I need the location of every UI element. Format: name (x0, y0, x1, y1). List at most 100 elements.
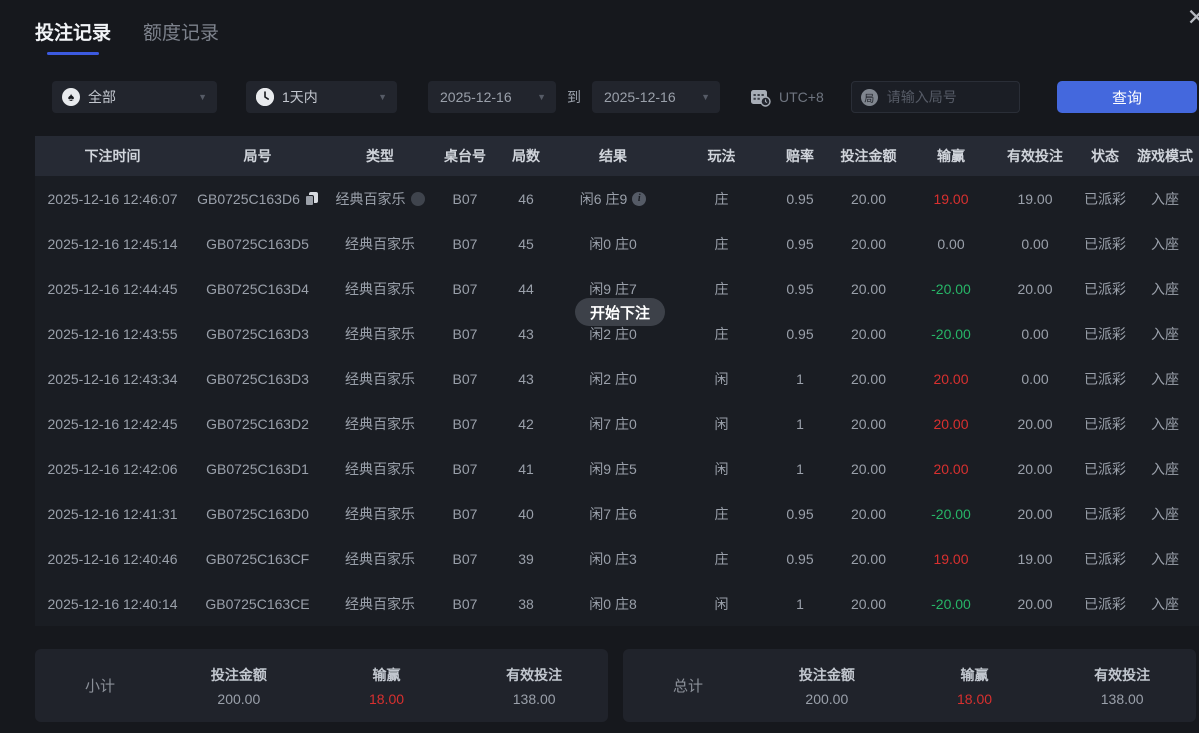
table-row: 2025-12-16 12:42:45 GB0725C163D2 经典百家乐 B… (35, 401, 1199, 446)
table-number: B07 (452, 325, 478, 342)
game-type-cell: 经典百家乐 (325, 189, 435, 209)
game-mode: 入座 (1151, 550, 1179, 567)
chevron-down-icon: ▼ (701, 92, 710, 102)
bet-records-table: 下注时间 局号 类型 桌台号 局数 结果 玩法 赔率 投注金额 输赢 有效投注 状态 游戏模式 2025… (35, 136, 1199, 626)
result-info-icon[interactable]: i (632, 191, 647, 206)
odds-value: 0.95 (786, 550, 814, 567)
bet-time: 2025-12-16 12:40:46 (47, 550, 178, 567)
odds-value: 0.95 (786, 190, 814, 207)
table-number: B07 (452, 505, 478, 522)
total-panel: 总计 投注金额 200.00 输赢 18.00 有效投注 138.00 (623, 649, 1196, 722)
round-id: GB0725C163D4 (206, 280, 309, 297)
game-type-cell: 经典百家乐 (325, 324, 435, 344)
game-type: 经典百家乐 (345, 505, 415, 522)
game-type: 经典百家乐 (345, 550, 415, 567)
game-mode: 入座 (1151, 460, 1179, 477)
win-loss-value: 20.00 (933, 415, 969, 432)
time-range-select[interactable]: 1天内 ▼ (246, 81, 397, 113)
clock-icon (256, 88, 274, 106)
table-number: B07 (452, 595, 478, 612)
calendar-clock-icon (750, 87, 771, 107)
subtotal-panel: 小计 投注金额 200.00 输赢 18.00 有效投注 138.00 (35, 649, 608, 722)
play-type: 庄 (714, 325, 729, 342)
column-header: 投注金额 (840, 148, 897, 164)
column-header: 状态 (1091, 148, 1119, 164)
subtotal-title: 小计 (84, 678, 115, 695)
round-search-field[interactable]: 局 (850, 81, 1020, 113)
column-header: 游戏模式 (1137, 148, 1193, 164)
round-id-cell: GB0725C163D0 (190, 506, 325, 522)
win-loss-value: -20.00 (931, 280, 971, 297)
table-header: 下注时间 局号 类型 桌台号 局数 结果 玩法 赔率 投注金额 输赢 有效投注 状态 游戏模式 (35, 136, 1199, 176)
win-loss-value: -20.00 (931, 505, 971, 522)
total-valid-bet: 有效投注 138.00 (1094, 666, 1151, 707)
date-from-select[interactable]: 2025-12-16 ▼ (428, 81, 556, 113)
game-type: 经典百家乐 (345, 235, 415, 252)
date-to-select[interactable]: 2025-12-16 ▼ (592, 81, 720, 113)
game-mode: 入座 (1151, 190, 1179, 207)
round-id-cell: GB0725C163D1 (190, 461, 325, 477)
status-value: 已派彩 (1084, 370, 1126, 387)
filter-bar: ♠ 全部 ▼ 1天内 ▼ 2025-12-16 ▼ 到 2025-12-16 ▼… (52, 81, 1197, 113)
play-type: 闲 (714, 595, 729, 612)
search-button[interactable]: 查询 (1057, 81, 1197, 113)
status-value: 已派彩 (1084, 550, 1126, 567)
table-row: 2025-12-16 12:40:14 GB0725C163CE 经典百家乐 B… (35, 581, 1199, 626)
round-id-cell: GB0725C163D4 (190, 281, 325, 297)
bet-amount: 20.00 (850, 235, 887, 252)
bet-amount: 20.00 (850, 550, 887, 567)
round-id: GB0725C163D3 (206, 370, 309, 387)
bet-time: 2025-12-16 12:44:45 (47, 280, 178, 297)
play-type: 庄 (714, 235, 729, 252)
status-value: 已派彩 (1084, 280, 1126, 297)
round-id: GB0725C163D2 (206, 415, 309, 432)
round-number: 38 (518, 595, 534, 612)
game-mode: 入座 (1151, 280, 1179, 297)
odds-value: 1 (796, 415, 804, 432)
column-header: 有效投注 (1007, 148, 1063, 164)
bet-amount: 20.00 (850, 280, 887, 297)
round-number: 40 (518, 505, 534, 522)
total-bet-amount: 投注金额 200.00 (798, 666, 855, 707)
odds-value: 0.95 (786, 505, 814, 522)
bet-amount: 20.00 (850, 370, 887, 387)
close-icon[interactable]: ✕ (1187, 6, 1199, 29)
subtotal-valid-bet: 有效投注 138.00 (506, 666, 563, 707)
round-id-cell: GB0725C163D2 (190, 416, 325, 432)
win-loss-value: 19.00 (933, 550, 969, 567)
result-value: 闲9 庄7 (589, 280, 637, 297)
column-header: 玩法 (707, 148, 736, 164)
result-cell: 闲9 庄7 i (557, 279, 669, 299)
tab-betting-records[interactable]: 投注记录 (35, 18, 111, 55)
game-type-select[interactable]: ♠ 全部 ▼ (52, 81, 217, 113)
result-cell: 闲0 庄8 i (557, 594, 669, 614)
game-mode: 入座 (1151, 370, 1179, 387)
table-number: B07 (452, 190, 478, 207)
game-type-cell: 经典百家乐 (325, 459, 435, 479)
valid-bet: 19.00 (1017, 190, 1053, 207)
start-betting-toast: 开始下注 (575, 298, 666, 326)
round-number: 41 (518, 460, 534, 477)
bet-time: 2025-12-16 12:42:06 (47, 460, 178, 477)
chevron-down-icon: ▼ (537, 92, 546, 102)
table-number: B07 (452, 280, 478, 297)
bet-time: 2025-12-16 12:43:34 (47, 370, 178, 387)
play-type: 闲 (714, 415, 729, 432)
copy-icon[interactable] (304, 191, 318, 206)
table-row: 2025-12-16 12:40:46 GB0725C163CF 经典百家乐 B… (35, 536, 1199, 581)
bet-amount: 20.00 (850, 595, 887, 612)
tab-quota-records[interactable]: 额度记录 (143, 18, 219, 55)
game-mode: 入座 (1151, 325, 1179, 342)
table-row: 2025-12-16 12:45:14 GB0725C163D5 经典百家乐 B… (35, 221, 1199, 266)
round-number: 43 (518, 370, 534, 387)
odds-value: 1 (796, 595, 804, 612)
type-help-icon[interactable] (410, 191, 425, 206)
play-type: 庄 (714, 280, 729, 297)
round-icon: 局 (860, 88, 878, 106)
game-type: 经典百家乐 (345, 370, 415, 387)
column-header: 桌台号 (444, 148, 486, 164)
column-header: 局数 (512, 148, 540, 164)
column-header: 下注时间 (84, 148, 141, 164)
round-number: 45 (518, 235, 534, 252)
round-search-input[interactable] (884, 88, 1004, 106)
